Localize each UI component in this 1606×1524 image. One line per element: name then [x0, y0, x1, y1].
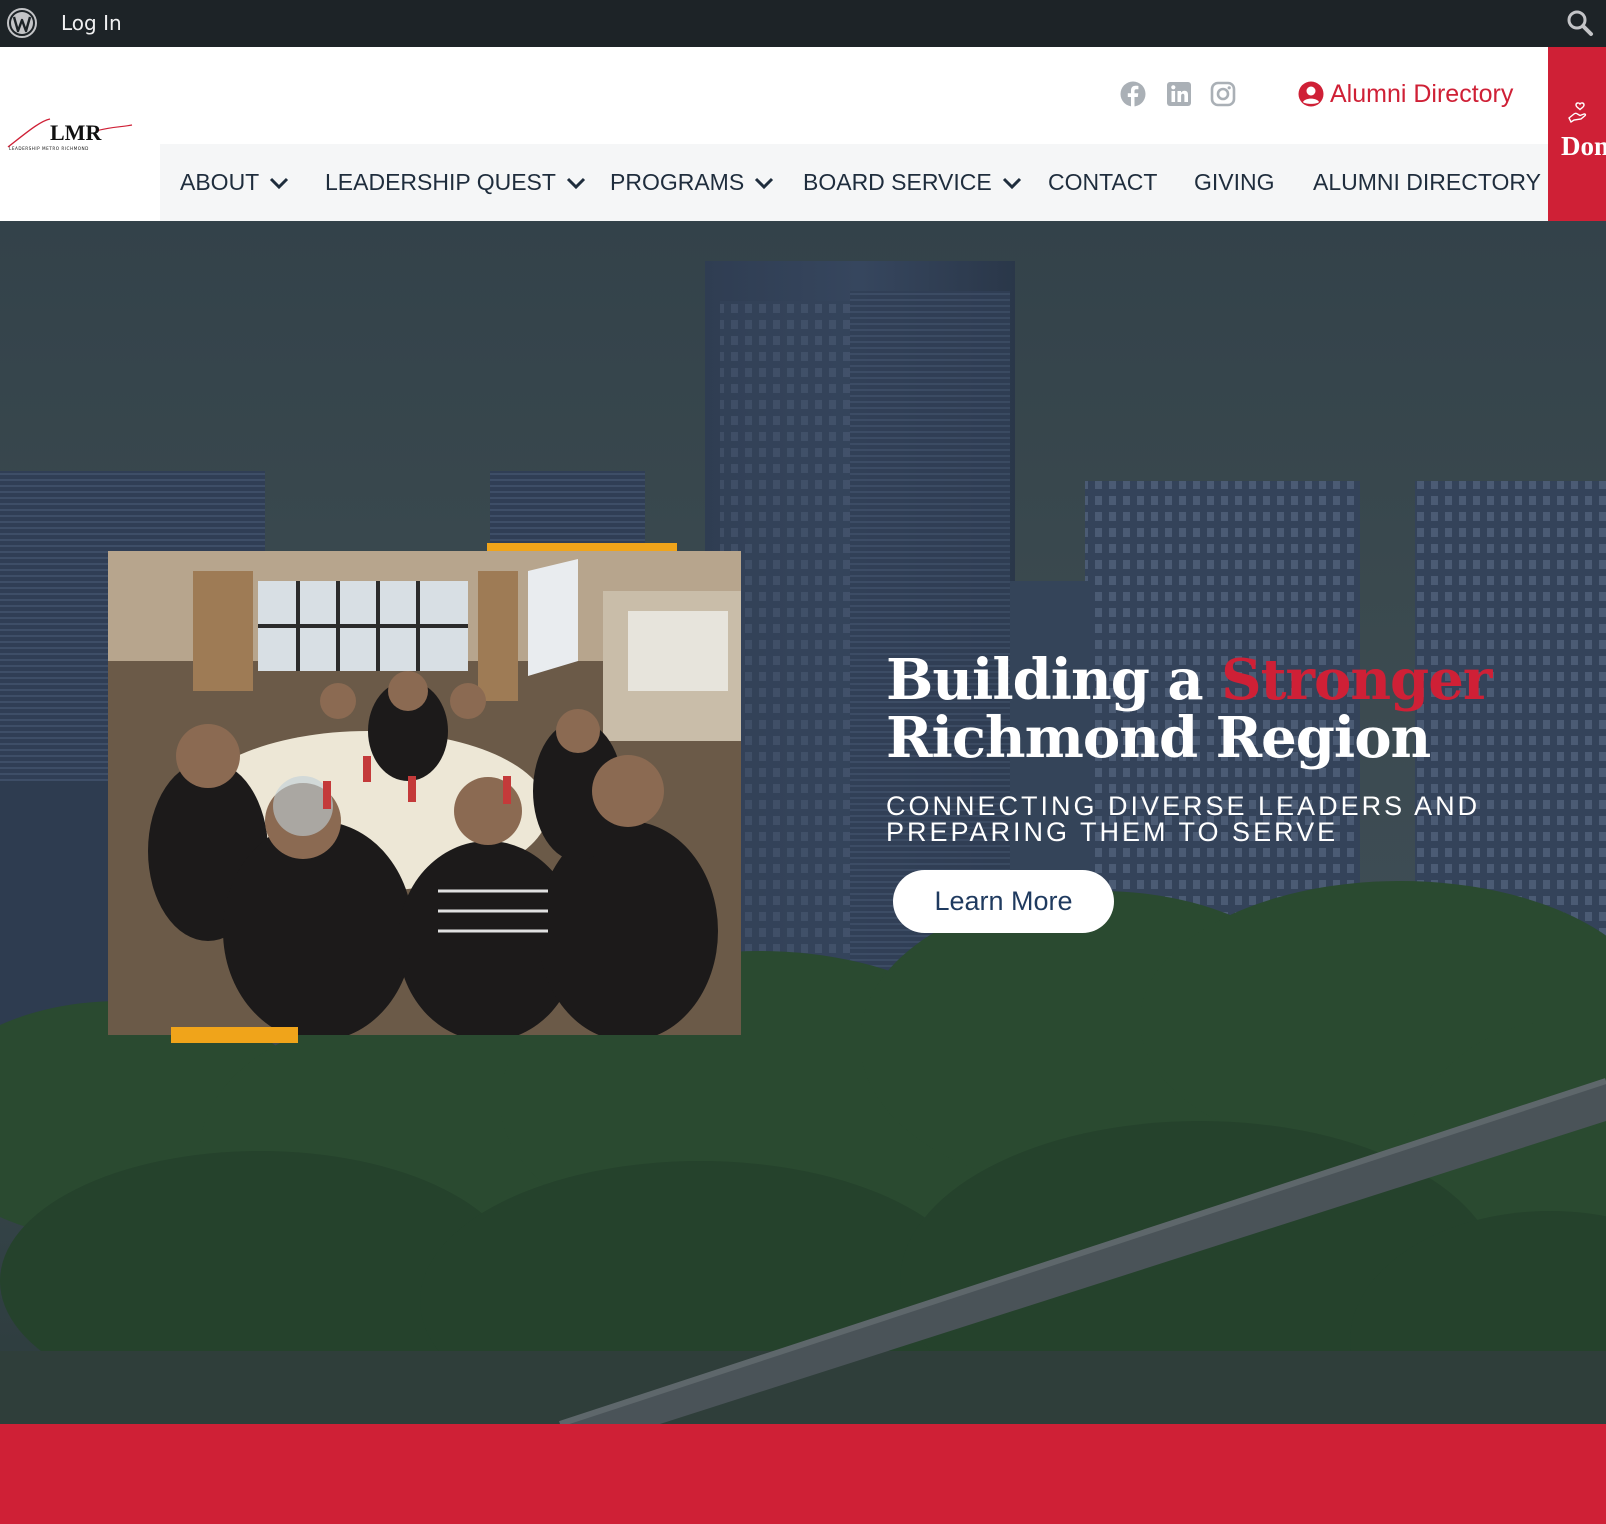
- logo-text: LMR: [50, 120, 102, 145]
- nav-item-board-service[interactable]: BOARD SERVICE: [803, 144, 1022, 221]
- red-section-band: [0, 1424, 1606, 1524]
- site-logo[interactable]: LMR LEADERSHIP METRO RICHMOND: [6, 113, 134, 153]
- accent-bar-bottom: [171, 1027, 298, 1043]
- admin-bar: Log In: [0, 0, 1606, 47]
- nav-item-leadership-quest[interactable]: LEADERSHIP QUEST: [325, 144, 586, 221]
- nav-label: ALUMNI DIRECTORY: [1313, 169, 1541, 195]
- linkedin-icon[interactable]: [1165, 80, 1193, 108]
- chevron-down-icon: [270, 177, 289, 189]
- nav-item-alumni-directory[interactable]: ALUMNI DIRECTORY: [1313, 144, 1541, 221]
- logo-tagline: LEADERSHIP METRO RICHMOND: [9, 146, 89, 151]
- facebook-icon[interactable]: [1119, 80, 1147, 108]
- hero-headline: Building a Stronger Richmond Region: [886, 651, 1586, 767]
- user-circle-icon: [1298, 81, 1324, 107]
- donate-button[interactable]: Donate: [1548, 47, 1606, 221]
- nav-label: ABOUT: [180, 169, 260, 195]
- site-header: LMR LEADERSHIP METRO RICHMOND Alumni Dir…: [0, 47, 1606, 221]
- alumni-directory-link[interactable]: Alumni Directory: [1298, 77, 1513, 111]
- headline-accent: Stronger: [1221, 647, 1492, 713]
- login-link[interactable]: Log In: [61, 11, 122, 35]
- hero-section: Building a Stronger Richmond Region CONN…: [0, 221, 1606, 1424]
- group-photo: [108, 551, 741, 1035]
- alumni-directory-label: Alumni Directory: [1330, 79, 1514, 108]
- nav-label: CONTACT: [1048, 169, 1158, 195]
- hero-subline: CONNECTING DIVERSE LEADERS AND PREPARING…: [886, 791, 1481, 847]
- chevron-down-icon: [566, 177, 585, 189]
- instagram-icon[interactable]: [1209, 80, 1237, 108]
- learn-more-button[interactable]: Learn More: [893, 870, 1114, 933]
- nav-item-about[interactable]: ABOUT: [180, 144, 289, 221]
- headline-part1: Building a: [886, 647, 1222, 713]
- meeting-photo-image: [108, 551, 741, 1035]
- nav-label: PROGRAMS: [610, 169, 745, 195]
- nav-item-giving[interactable]: GIVING: [1194, 144, 1275, 221]
- chevron-down-icon: [755, 177, 774, 189]
- nav-label: LEADERSHIP QUEST: [325, 169, 556, 195]
- nav-label: BOARD SERVICE: [803, 169, 992, 195]
- nav-item-programs[interactable]: PROGRAMS: [610, 144, 774, 221]
- main-nav: ABOUT LEADERSHIP QUEST PROGRAMS BOARD SE…: [160, 144, 1549, 221]
- headline-part2: Richmond Region: [886, 705, 1431, 771]
- wordpress-icon[interactable]: [6, 7, 38, 39]
- hand-holding-heart-icon: [1568, 102, 1587, 124]
- search-icon[interactable]: [1566, 9, 1594, 37]
- nav-item-contact[interactable]: CONTACT: [1048, 144, 1157, 221]
- donate-label: Donate: [1561, 131, 1606, 161]
- chevron-down-icon: [1002, 177, 1021, 189]
- nav-label: GIVING: [1194, 169, 1275, 195]
